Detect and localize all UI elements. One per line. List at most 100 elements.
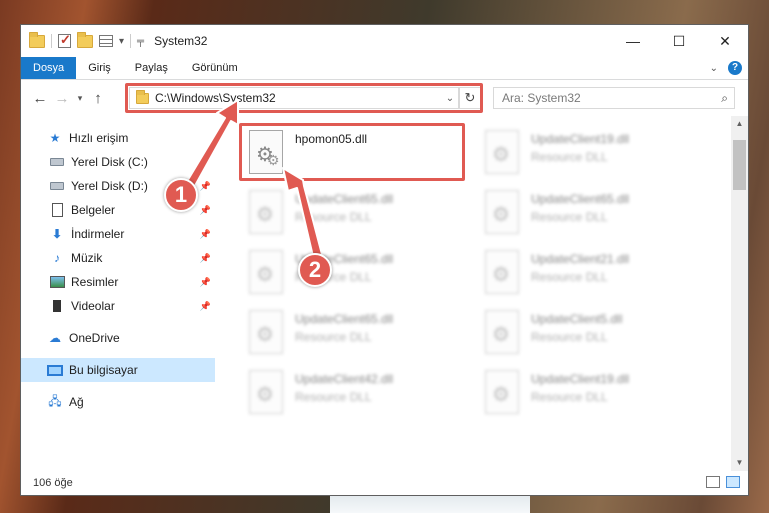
tab-gorunum[interactable]: Görünüm [180,57,250,79]
dll-file-icon: ⚙ [247,310,287,356]
pin-icon: 📌 [199,228,211,239]
scroll-down-icon[interactable]: ▼ [731,455,748,471]
sidebar-item-label: Hızlı erişim [69,131,129,145]
star-icon: ★ [49,131,61,145]
document-icon [49,203,65,217]
sidebar-item-label: İndirmeler [71,227,125,241]
back-arrow-icon[interactable]: ← [29,90,51,107]
file-type: Resource DLL [531,390,608,404]
picture-icon [49,275,65,289]
view-toggle [706,476,740,488]
properties-list-icon[interactable] [99,35,113,47]
drive-icon [49,155,65,169]
file-name: UpdateClient42.dll [295,372,394,386]
file-item[interactable]: ⚙ UpdateClient19.dll Resource DLL [477,125,701,181]
dll-file-icon: ⚙ [483,190,523,236]
qa-dropdown-icon[interactable]: ▾ [119,36,124,47]
sidebar-item-label: Belgeler [71,203,116,217]
cloud-icon: ☁ [49,331,61,345]
sidebar-item-music[interactable]: ♪ Müzik 📌 [21,246,215,270]
new-folder-icon[interactable] [77,31,93,48]
network-icon: 🖧 [48,393,62,408]
tab-giris[interactable]: Giriş [76,57,123,79]
file-type: Resource DLL [295,390,372,404]
sidebar-item-label: Videolar [71,299,115,313]
computer-icon [47,363,63,377]
help-icon[interactable]: ? [728,61,742,75]
sidebar-item-label: OneDrive [69,331,120,345]
file-type: Resource DLL [531,270,608,284]
dll-file-icon: ⚙ [483,310,523,356]
tab-dosya[interactable]: Dosya [21,57,77,79]
music-note-icon: ♪ [54,251,60,265]
file-item[interactable]: ⚙ UpdateClient19.dll Resource DLL [477,365,701,421]
file-item[interactable]: ⚙ UpdateClient65.dll Resource DLL [241,185,465,241]
large-icons-view-icon[interactable] [726,476,740,488]
sidebar-item-videos[interactable]: Videolar 📌 [21,294,215,318]
search-input[interactable]: Ara: System32 ⌕ [493,87,735,109]
file-item[interactable]: ⚙ UpdateClient5.dll Resource DLL [477,305,701,361]
sidebar-item-label: Ağ [69,395,84,409]
drive-icon [49,179,65,193]
dll-file-icon: ⚙ [247,250,287,296]
quick-access-toolbar: ▾ ╤ [29,31,144,48]
close-icon[interactable]: ✕ [702,25,748,57]
file-explorer-window: ▾ ╤ System32 — ☐ ✕ Dosya Giriş Paylaş Gö… [20,24,749,496]
file-type: Resource DLL [295,330,372,344]
dll-file-icon: ⚙ [247,190,287,236]
sidebar-item-local-disk-c[interactable]: Yerel Disk (C:) [21,150,215,174]
file-item[interactable]: ⚙ UpdateClient65.dll Resource DLL [477,185,701,241]
forward-arrow-icon[interactable]: → [51,90,73,107]
pin-icon: 📌 [199,180,211,191]
sidebar-item-this-pc[interactable]: Bu bilgisayar [21,358,215,382]
file-list: ⚙ ⚙ hpomon05.dll ⚙ UpdateClient19.dll Reso… [215,116,731,471]
dll-file-icon: ⚙ [247,370,287,416]
tab-paylas[interactable]: Paylaş [123,57,180,79]
file-type: Resource DLL [531,150,608,164]
sidebar-item-downloads[interactable]: ⬇ İndirmeler 📌 [21,222,215,246]
properties-check-icon[interactable] [58,32,71,48]
dll-file-icon: ⚙ [483,250,523,296]
sidebar-item-network[interactable]: 🖧 Ağ [21,390,215,414]
dll-file-icon: ⚙ [483,370,523,416]
customize-icon[interactable]: ╤ [137,36,144,47]
window-controls: — ☐ ✕ [610,25,748,57]
file-name: UpdateClient21.dll [531,252,630,266]
address-row: ← → ▾ ↑ C:\Windows\System32 ⌄ ↻ Ara: Sys… [21,80,748,116]
file-item[interactable]: ⚙ UpdateClient42.dll Resource DLL [241,365,465,421]
sidebar-item-label: Müzik [71,251,103,265]
file-item[interactable]: ⚙ UpdateClient65.dll Resource DLL [241,245,465,301]
sidebar-item-quick-access[interactable]: ★ Hızlı erişim [21,126,215,150]
sidebar-item-label: Yerel Disk (C:) [71,155,148,169]
file-name: UpdateClient65.dll [295,192,394,206]
minimize-icon[interactable]: — [610,25,656,57]
sidebar-item-label: Bu bilgisayar [69,363,138,377]
scroll-thumb[interactable] [733,140,746,190]
search-icon[interactable]: ⌕ [721,91,728,106]
file-item[interactable]: ⚙ UpdateClient65.dll Resource DLL [241,305,465,361]
ribbon-right-controls: ⌄ ? [710,61,742,75]
sidebar-item-onedrive[interactable]: ☁ OneDrive [21,326,215,350]
sidebar-item-label: Resimler [71,275,119,289]
file-name: UpdateClient19.dll [531,132,630,146]
sidebar-item-pictures[interactable]: Resimler 📌 [21,270,215,294]
toolbar-separator [130,34,132,48]
navigation-pane: ★ Hızlı erişim Yerel Disk (C:) Yerel Dis… [21,116,215,471]
details-view-icon[interactable] [706,476,720,488]
file-name: UpdateClient65.dll [295,312,394,326]
explorer-body: ★ Hızlı erişim Yerel Disk (C:) Yerel Dis… [21,116,748,471]
pin-icon: 📌 [199,276,211,287]
scroll-up-icon[interactable]: ▲ [731,116,748,132]
download-icon: ⬇ [51,227,63,241]
file-name: UpdateClient65.dll [531,192,630,206]
file-name: UpdateClient19.dll [531,372,630,386]
dll-file-icon: ⚙ [483,130,523,176]
recent-locations-chevron-icon[interactable]: ▾ [73,93,87,104]
maximize-icon[interactable]: ☐ [656,25,702,57]
expand-ribbon-chevron-icon[interactable]: ⌄ [710,63,718,74]
vertical-scrollbar[interactable]: ▲ ▼ [731,116,748,471]
pin-icon: 📌 [199,300,211,311]
sidebar-item-label: Yerel Disk (D:) [71,179,148,193]
file-item[interactable]: ⚙ UpdateClient21.dll Resource DLL [477,245,701,301]
up-arrow-icon[interactable]: ↑ [87,90,109,107]
